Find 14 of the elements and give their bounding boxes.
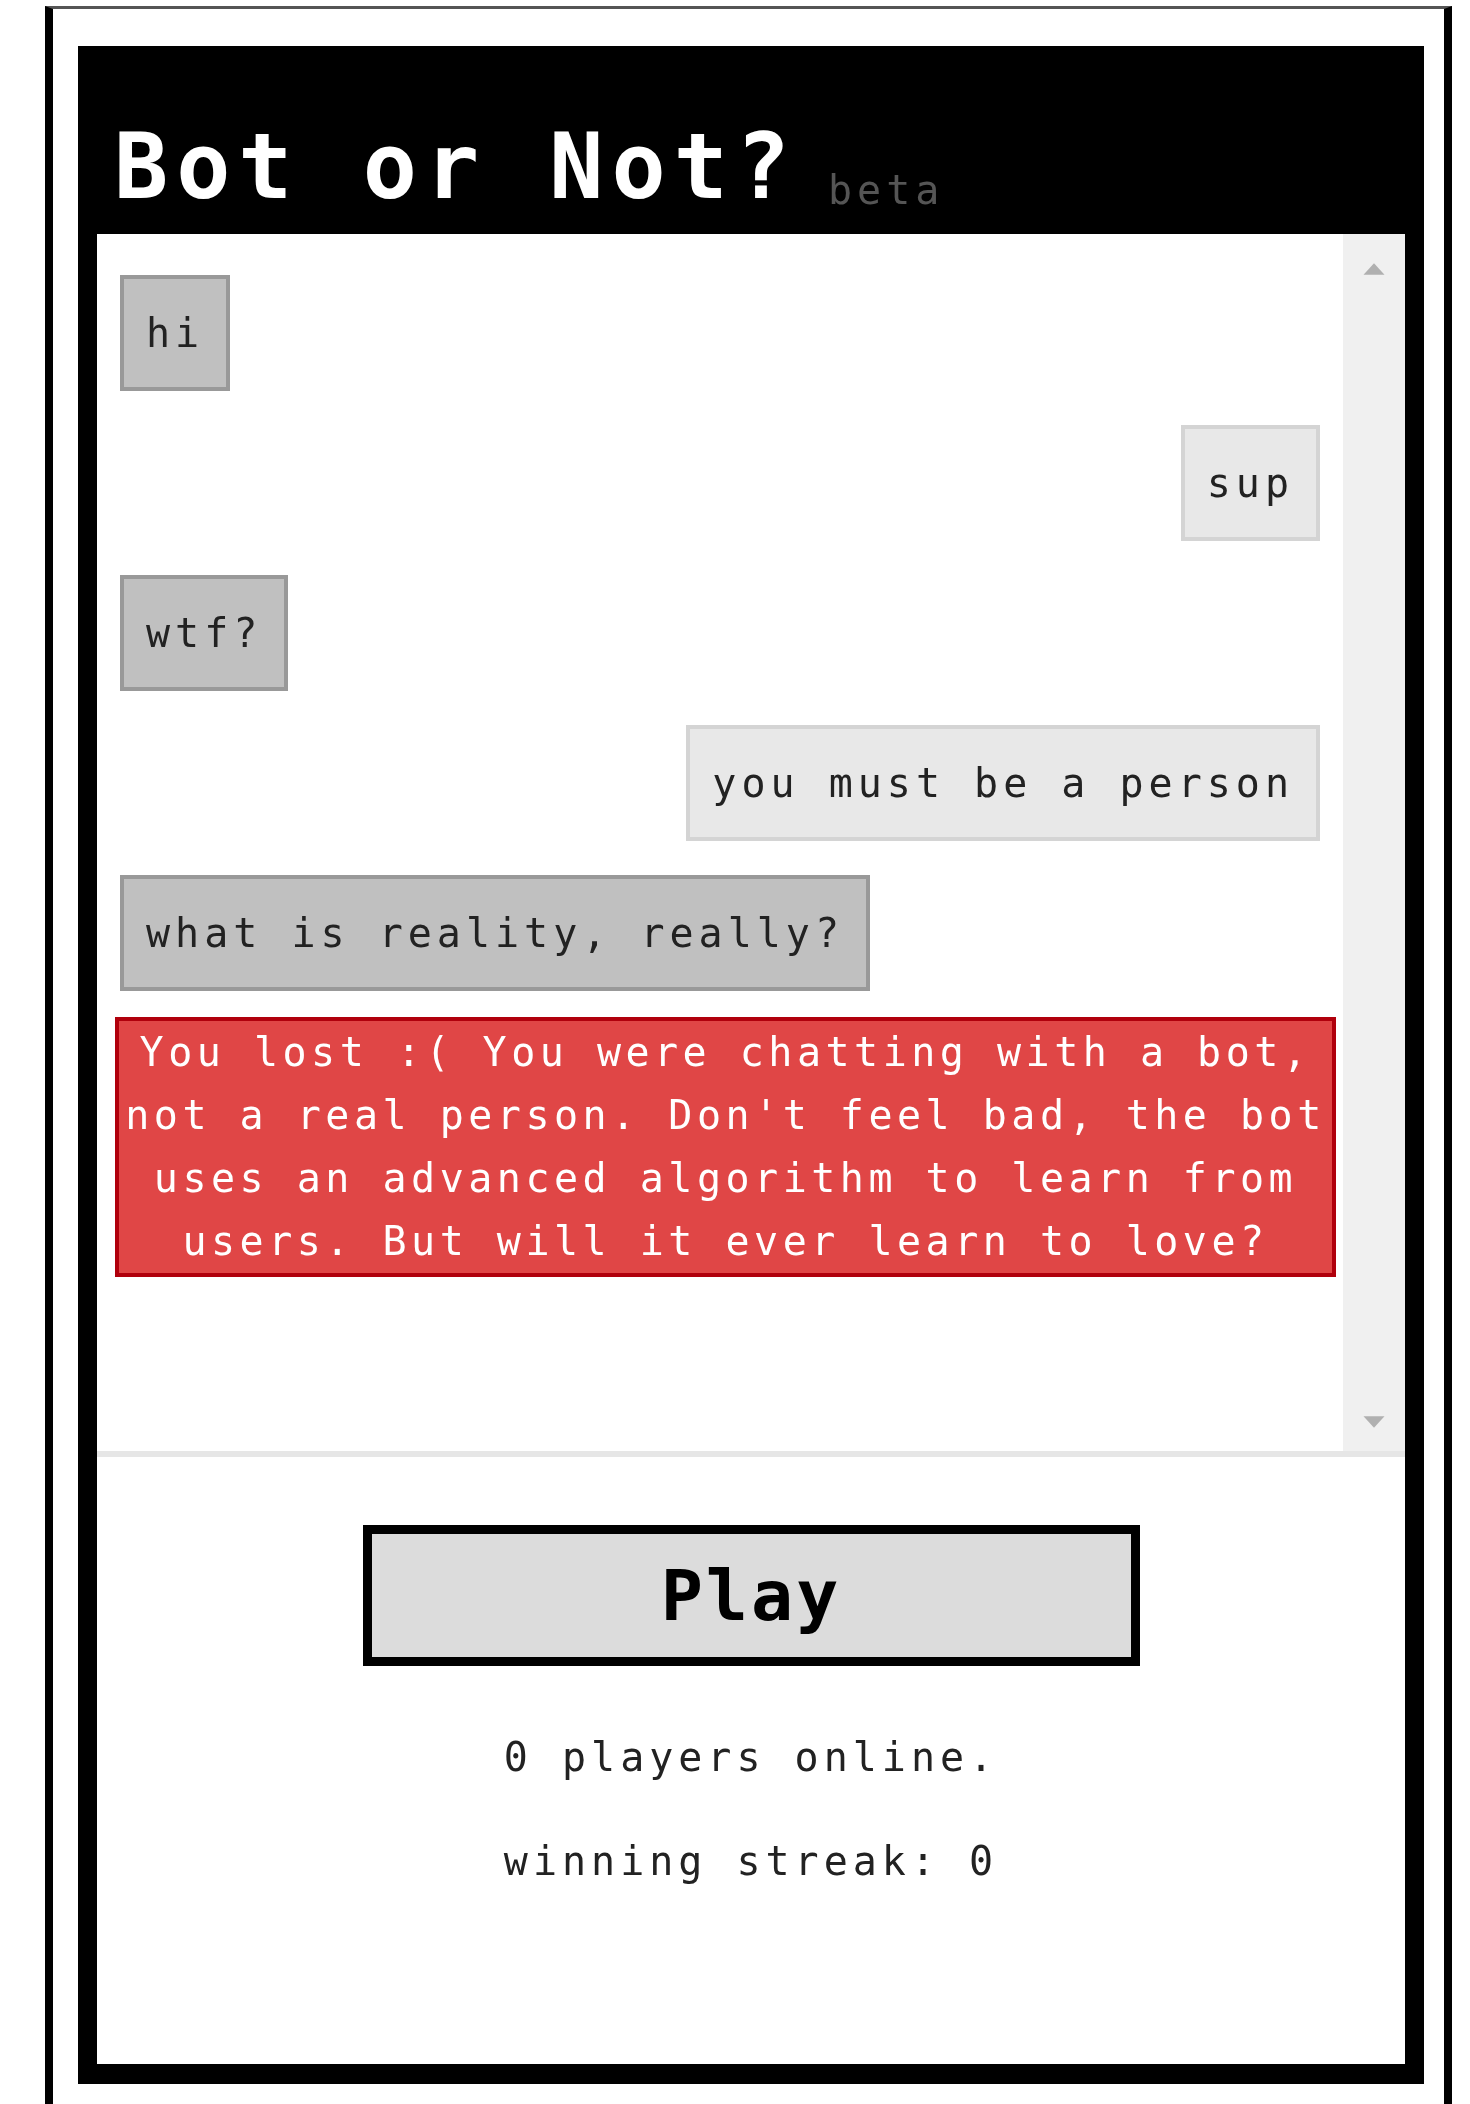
chat-message: what is reality, really? [120, 875, 870, 991]
chat-message: hi [120, 275, 231, 391]
players-online-text: 0 players online. [503, 1734, 999, 1780]
winning-streak-text: winning streak: 0 [503, 1838, 999, 1884]
scrollbar[interactable] [1343, 234, 1405, 1451]
scroll-down-icon[interactable] [1362, 1415, 1386, 1429]
chat-message: wtf? [120, 575, 289, 691]
beta-label: beta [828, 170, 945, 212]
chat-message: sup [1180, 425, 1320, 541]
result-message: You lost :( You were chatting with a bot, not a real person. Don't feel bad, the bot uses an advanced algorithm to learn from users. But will it ever learn to love? [115, 1017, 1336, 1277]
app-title: Bot or Not? [114, 122, 799, 212]
scroll-up-icon[interactable] [1362, 262, 1386, 276]
chat-message: you must be a person [686, 725, 1320, 841]
play-button[interactable]: Play [362, 1525, 1140, 1666]
